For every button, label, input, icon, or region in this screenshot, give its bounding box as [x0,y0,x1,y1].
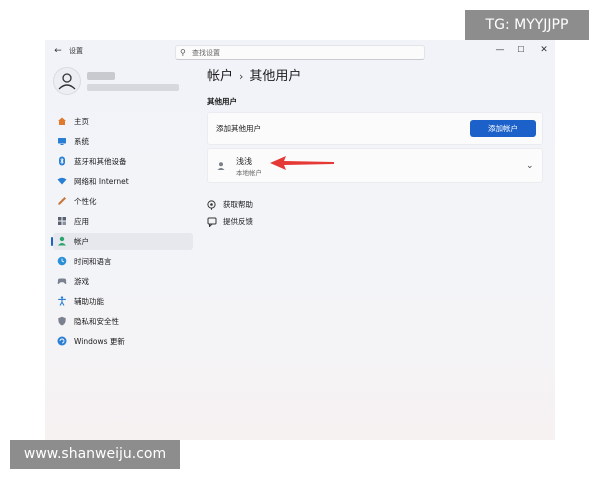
sidebar-item-label: 时间和语言 [74,257,112,266]
add-other-user-card: 添加其他用户 添加帐户 [207,112,543,145]
sidebar-item-label: 游戏 [74,277,89,286]
search-icon: ⚲ [180,48,186,57]
sidebar-item-time-language[interactable]: 时间和语言 [53,253,193,270]
breadcrumb-parent[interactable]: 帐户 [207,69,233,84]
back-button[interactable]: ← [51,44,65,58]
sidebar-item-label: 辅助功能 [74,297,104,306]
sidebar-item-home[interactable]: 主页 [53,113,193,130]
window-title: 设置 [69,47,83,55]
account-name-redacted [87,72,115,80]
person-icon [58,73,76,90]
maximize-button[interactable]: ☐ [513,43,529,57]
shield-icon [58,316,66,326]
help-icon [207,200,216,210]
account-email-redacted [87,84,179,91]
sidebar-item-label: 蓝牙和其他设备 [74,157,127,166]
settings-window: ← 设置 ⚲ 查找设置 — ☐ ✕ 主页 系统 蓝牙和其他设备 网络和 Inte… [45,40,555,440]
sidebar-item-accounts[interactable]: 帐户 [51,233,193,250]
windows-update-icon [57,336,67,346]
add-account-button[interactable]: 添加帐户 [470,120,536,137]
search-placeholder: 查找设置 [192,49,220,57]
system-icon [58,138,66,145]
sidebar-item-personalization[interactable]: 个性化 [53,193,193,210]
user-account-type: 本地帐户 [236,169,262,177]
page-title: 其他用户 [249,69,302,84]
sidebar-item-privacy[interactable]: 隐私和安全性 [53,313,193,330]
title-bar: ← 设置 ⚲ 查找设置 — ☐ ✕ [45,40,555,64]
sidebar-item-label: 系统 [74,137,89,146]
sidebar-item-label: Windows 更新 [74,337,125,346]
user-card[interactable]: 浅浅 本地帐户 ⌄ [207,148,543,183]
home-icon [58,117,66,125]
feedback-label: 提供反馈 [223,217,253,226]
sidebar-item-label: 应用 [74,217,89,226]
sidebar-item-label: 个性化 [74,197,97,206]
sidebar-item-gaming[interactable]: 游戏 [53,273,193,290]
feedback-icon [207,217,217,227]
sidebar-item-label: 隐私和安全性 [74,317,119,326]
sidebar-item-bluetooth[interactable]: 蓝牙和其他设备 [53,153,193,170]
sidebar-item-label: 网络和 Internet [74,177,129,186]
search-box[interactable]: ⚲ 查找设置 [175,45,425,60]
user-name: 浅浅 [236,157,252,166]
chevron-down-icon[interactable]: ⌄ [526,160,534,172]
gaming-icon [57,278,67,284]
feedback-link[interactable]: 提供反馈 [207,216,307,228]
sidebar-item-apps[interactable]: 应用 [53,213,193,230]
personalization-icon [58,197,66,205]
time-language-icon [57,256,67,266]
sidebar-item-windows-update[interactable]: Windows 更新 [53,333,193,350]
accessibility-icon [58,296,66,306]
sidebar-item-label: 主页 [74,117,89,126]
sidebar-item-label: 帐户 [74,237,89,246]
user-icon [217,162,225,170]
get-help-label: 获取帮助 [223,200,253,209]
tg-watermark: TG: MYYJJPP [465,10,589,40]
sidebar-item-network[interactable]: 网络和 Internet [53,173,193,190]
apps-icon [58,217,66,225]
site-watermark: www.shanweiju.com [10,440,180,469]
sidebar-item-system[interactable]: 系统 [53,133,193,150]
annotation-arrow-icon [270,156,334,170]
breadcrumb: 帐户 › 其他用户 [207,68,301,86]
close-button[interactable]: ✕ [536,43,552,57]
network-icon [57,177,67,185]
breadcrumb-separator: › [239,70,244,83]
sidebar-item-accessibility[interactable]: 辅助功能 [53,293,193,310]
bluetooth-icon [59,156,65,166]
get-help-link[interactable]: 获取帮助 [207,199,307,211]
section-title: 其他用户 [207,97,237,106]
add-other-user-label: 添加其他用户 [216,124,261,133]
accounts-icon [58,236,66,246]
minimize-button[interactable]: — [492,43,508,57]
avatar[interactable] [53,67,81,95]
selection-indicator [51,237,53,246]
